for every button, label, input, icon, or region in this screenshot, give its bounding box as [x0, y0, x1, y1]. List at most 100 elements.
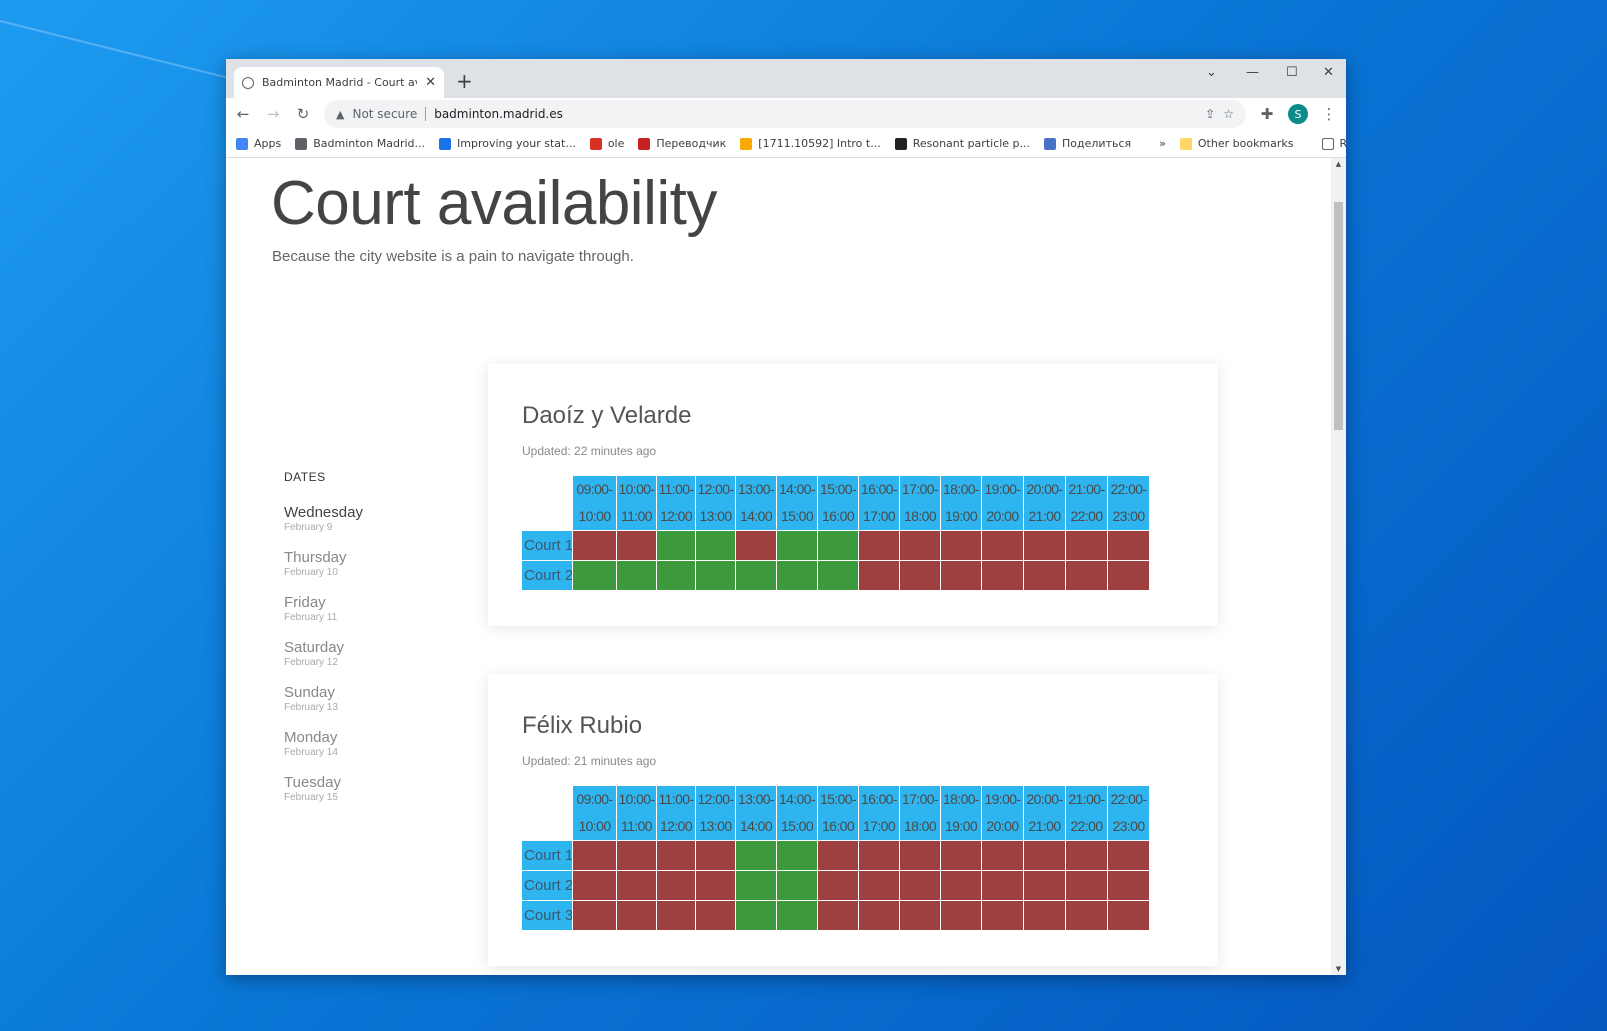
- bookmark-item[interactable]: Resonant particle p...: [894, 137, 1030, 150]
- extensions-icon[interactable]: ✚: [1258, 105, 1276, 123]
- court-slot-booked[interactable]: [1024, 561, 1065, 590]
- court-slot-booked[interactable]: [696, 901, 735, 930]
- court-slot-booked[interactable]: [736, 531, 776, 560]
- court-slot-booked[interactable]: [1066, 841, 1107, 870]
- court-slot-booked[interactable]: [1108, 841, 1149, 870]
- date-item-friday[interactable]: Friday February 11: [284, 594, 464, 623]
- forward-arrow-icon[interactable]: →: [264, 105, 282, 123]
- new-tab-button[interactable]: +: [456, 69, 473, 93]
- court-slot-free[interactable]: [777, 561, 817, 590]
- court-slot-booked[interactable]: [941, 871, 981, 900]
- court-slot-booked[interactable]: [982, 871, 1023, 900]
- court-slot-booked[interactable]: [818, 841, 858, 870]
- court-slot-booked[interactable]: [573, 901, 616, 930]
- court-slot-free[interactable]: [617, 561, 656, 590]
- court-slot-booked[interactable]: [1024, 871, 1065, 900]
- court-slot-booked[interactable]: [1024, 901, 1065, 930]
- date-item-tuesday[interactable]: Tuesday February 15: [284, 774, 464, 803]
- court-slot-booked[interactable]: [1066, 871, 1107, 900]
- court-slot-booked[interactable]: [573, 531, 616, 560]
- court-slot-booked[interactable]: [1024, 531, 1065, 560]
- court-slot-booked[interactable]: [1066, 561, 1107, 590]
- back-arrow-icon[interactable]: ←: [234, 105, 252, 123]
- date-item-saturday[interactable]: Saturday February 12: [284, 639, 464, 668]
- court-slot-booked[interactable]: [1066, 531, 1107, 560]
- bookmark-item[interactable]: Переводчик: [638, 137, 726, 150]
- court-slot-booked[interactable]: [818, 901, 858, 930]
- court-slot-booked[interactable]: [859, 841, 899, 870]
- court-slot-booked[interactable]: [1108, 531, 1149, 560]
- court-slot-free[interactable]: [696, 561, 735, 590]
- court-slot-booked[interactable]: [617, 841, 656, 870]
- court-slot-free[interactable]: [736, 841, 776, 870]
- court-slot-booked[interactable]: [859, 871, 899, 900]
- court-slot-booked[interactable]: [941, 841, 981, 870]
- court-slot-booked[interactable]: [696, 871, 735, 900]
- star-icon[interactable]: ☆: [1223, 107, 1234, 121]
- court-slot-booked[interactable]: [900, 561, 940, 590]
- court-slot-booked[interactable]: [617, 871, 656, 900]
- bookmark-item[interactable]: [1711.10592] Intro t...: [740, 137, 881, 150]
- court-slot-booked[interactable]: [818, 871, 858, 900]
- court-slot-booked[interactable]: [1108, 561, 1149, 590]
- address-bar[interactable]: ▲ Not secure badminton.madrid.es ⇪ ☆: [324, 100, 1246, 128]
- court-slot-booked[interactable]: [573, 841, 616, 870]
- court-slot-free[interactable]: [736, 561, 776, 590]
- bookmark-item[interactable]: Поделиться: [1044, 137, 1131, 150]
- scroll-up-arrow-icon[interactable]: ▲: [1331, 160, 1346, 168]
- bookmark-item[interactable]: ole: [589, 137, 624, 150]
- court-slot-free[interactable]: [818, 531, 858, 560]
- share-icon[interactable]: ⇪: [1205, 107, 1215, 121]
- court-slot-booked[interactable]: [1066, 901, 1107, 930]
- court-slot-booked[interactable]: [859, 901, 899, 930]
- bookmark-item[interactable]: Improving your stat...: [439, 137, 576, 150]
- close-window-button[interactable]: ✕: [1323, 65, 1334, 80]
- court-slot-free[interactable]: [736, 871, 776, 900]
- reading-list-button[interactable]: Reading list: [1321, 137, 1346, 150]
- court-slot-booked[interactable]: [941, 561, 981, 590]
- court-slot-free[interactable]: [777, 531, 817, 560]
- court-slot-booked[interactable]: [657, 841, 695, 870]
- court-slot-booked[interactable]: [696, 841, 735, 870]
- court-slot-booked[interactable]: [982, 901, 1023, 930]
- date-item-monday[interactable]: Monday February 14: [284, 729, 464, 758]
- reload-icon[interactable]: ↻: [294, 105, 312, 123]
- court-slot-free[interactable]: [573, 561, 616, 590]
- court-slot-free[interactable]: [657, 561, 695, 590]
- court-slot-booked[interactable]: [900, 841, 940, 870]
- court-slot-booked[interactable]: [982, 561, 1023, 590]
- court-slot-free[interactable]: [736, 901, 776, 930]
- court-slot-booked[interactable]: [941, 531, 981, 560]
- court-slot-booked[interactable]: [941, 901, 981, 930]
- date-item-sunday[interactable]: Sunday February 13: [284, 684, 464, 713]
- court-slot-free[interactable]: [657, 531, 695, 560]
- court-slot-booked[interactable]: [617, 531, 656, 560]
- court-slot-free[interactable]: [777, 841, 817, 870]
- court-slot-booked[interactable]: [1108, 901, 1149, 930]
- other-bookmarks-button[interactable]: Other bookmarks: [1179, 137, 1294, 150]
- bookmark-item[interactable]: Badminton Madrid...: [295, 137, 425, 150]
- court-slot-booked[interactable]: [982, 531, 1023, 560]
- profile-avatar[interactable]: S: [1288, 104, 1308, 124]
- url-text[interactable]: badminton.madrid.es: [434, 107, 563, 121]
- date-item-wednesday[interactable]: Wednesday February 9: [284, 504, 464, 533]
- bookmarks-more-button[interactable]: »: [1159, 137, 1166, 150]
- court-slot-booked[interactable]: [657, 871, 695, 900]
- court-slot-booked[interactable]: [657, 901, 695, 930]
- date-item-thursday[interactable]: Thursday February 10: [284, 549, 464, 578]
- browser-tab[interactable]: Badminton Madrid - Court availa ✕: [234, 67, 444, 98]
- court-slot-free[interactable]: [777, 871, 817, 900]
- court-slot-booked[interactable]: [900, 901, 940, 930]
- court-slot-booked[interactable]: [900, 871, 940, 900]
- page-scrollbar[interactable]: ▲ ▼: [1331, 158, 1346, 975]
- scroll-down-arrow-icon[interactable]: ▼: [1331, 965, 1346, 973]
- court-slot-booked[interactable]: [859, 561, 899, 590]
- court-slot-booked[interactable]: [1024, 841, 1065, 870]
- court-slot-booked[interactable]: [617, 901, 656, 930]
- court-slot-booked[interactable]: [859, 531, 899, 560]
- court-slot-booked[interactable]: [900, 531, 940, 560]
- menu-dots-icon[interactable]: ⋮: [1320, 105, 1338, 123]
- court-slot-booked[interactable]: [982, 841, 1023, 870]
- close-tab-icon[interactable]: ✕: [425, 75, 436, 90]
- court-slot-booked[interactable]: [1108, 871, 1149, 900]
